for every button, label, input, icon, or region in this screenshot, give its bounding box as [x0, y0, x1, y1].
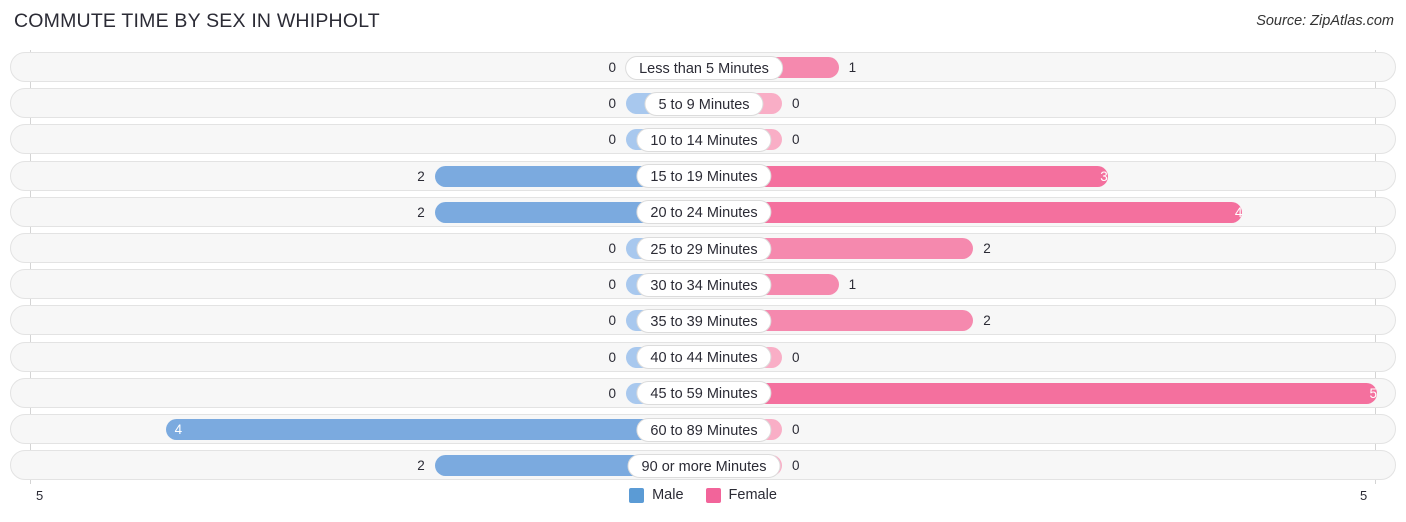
- bar-value-male: 2: [417, 204, 425, 220]
- row-bars: 0 5 45 to 59 Minutes: [11, 379, 1397, 407]
- category-label-pill[interactable]: 30 to 34 Minutes: [636, 272, 772, 297]
- row-bars: 2 0 90 or more Minutes: [11, 451, 1397, 479]
- chart-legend: Male Female: [0, 487, 1406, 503]
- category-label-pill[interactable]: 90 or more Minutes: [627, 453, 781, 478]
- category-label-pill[interactable]: 20 to 24 Minutes: [636, 200, 772, 225]
- bar-value-male: 2: [417, 458, 425, 474]
- row-bars: 0 2 35 to 39 Minutes: [11, 306, 1397, 334]
- bar-value-male: 0: [608, 277, 616, 293]
- row-bars: 4 0 60 to 89 Minutes: [11, 415, 1397, 443]
- bar-value-female: 1: [848, 277, 857, 293]
- legend-item-female[interactable]: Female: [705, 487, 777, 503]
- bar-value-female: 2: [983, 313, 991, 329]
- table-row[interactable]: 0 1 30 to 34 Minutes: [10, 269, 1397, 300]
- bar-value-male: 0: [608, 313, 616, 329]
- bar-value-male: 0: [608, 96, 616, 112]
- page-title: COMMUTE TIME BY SEX IN WHIPHOLT: [14, 10, 380, 32]
- bar-value-female: 5: [1369, 385, 1377, 401]
- bar-value-female: 0: [792, 132, 800, 148]
- source-attribution: Source: ZipAtlas.com: [1256, 13, 1394, 29]
- bar-value-female: 0: [792, 349, 800, 365]
- table-row[interactable]: 4 0 60 to 89 Minutes: [10, 414, 1396, 444]
- row-bars: 0 0 40 to 44 Minutes: [11, 343, 1397, 371]
- table-row[interactable]: 0 0 10 to 14 Minutes: [10, 124, 1397, 155]
- table-row[interactable]: 0 2 35 to 39 Minutes: [10, 305, 1397, 336]
- table-row[interactable]: 2 0 90 or more Minutes: [10, 450, 1397, 481]
- legend-swatch-female-icon: [705, 487, 721, 503]
- bar-value-male: 4: [174, 422, 183, 437]
- category-label-pill[interactable]: 60 to 89 Minutes: [636, 417, 772, 442]
- table-row[interactable]: 2 4 20 to 24 Minutes: [10, 196, 1397, 227]
- bar-value-female: 2: [983, 241, 991, 256]
- plot-area: 0 1 Less than 5 Minutes 0 0 5 to 9 Minutes 0 0 1…: [10, 50, 1396, 484]
- row-bars: 0 0 10 to 14 Minutes: [11, 125, 1397, 153]
- legend-swatch-male-icon: [629, 487, 645, 503]
- table-row[interactable]: 2 3 15 to 19 Minutes: [10, 160, 1397, 191]
- row-bars: 0 1 Less than 5 Minutes: [11, 53, 1397, 81]
- bar-value-female: 0: [792, 96, 800, 112]
- bar-value-male: 0: [608, 349, 616, 365]
- category-label-pill[interactable]: 35 to 39 Minutes: [636, 308, 772, 333]
- row-bars: 0 1 30 to 34 Minutes: [11, 270, 1397, 298]
- table-row[interactable]: 0 0 5 to 9 Minutes: [10, 88, 1397, 119]
- category-label-pill[interactable]: 10 to 14 Minutes: [636, 127, 772, 152]
- table-row[interactable]: 0 0 40 to 44 Minutes: [10, 341, 1397, 372]
- category-label-pill[interactable]: Less than 5 Minutes: [625, 55, 783, 80]
- category-label-pill[interactable]: 25 to 29 Minutes: [636, 236, 772, 261]
- table-row[interactable]: 0 5 45 to 59 Minutes: [10, 377, 1397, 408]
- row-bars: 2 4 20 to 24 Minutes: [11, 198, 1397, 226]
- table-row[interactable]: 0 2 25 to 29 Minutes: [10, 233, 1396, 263]
- legend-label-female: Female: [728, 487, 777, 503]
- bar-value-male: 0: [608, 241, 616, 256]
- category-label-pill[interactable]: 15 to 19 Minutes: [636, 164, 772, 189]
- category-label-pill[interactable]: 5 to 9 Minutes: [644, 91, 764, 116]
- bar-value-male: 0: [608, 60, 616, 75]
- bar-value-male: 0: [608, 132, 616, 148]
- bar-value-male: 0: [608, 385, 616, 401]
- bar-value-female: 0: [792, 458, 800, 474]
- category-label-pill[interactable]: 40 to 44 Minutes: [636, 345, 772, 370]
- table-row[interactable]: 0 1 Less than 5 Minutes: [10, 52, 1396, 82]
- legend-label-male: Male: [652, 487, 684, 503]
- bar-value-female: 0: [792, 422, 800, 437]
- category-label-pill[interactable]: 45 to 59 Minutes: [636, 381, 772, 406]
- row-bars: 2 3 15 to 19 Minutes: [11, 162, 1397, 190]
- row-bars: 0 2 25 to 29 Minutes: [11, 234, 1397, 262]
- legend-item-male[interactable]: Male: [629, 487, 684, 503]
- bar-value-female: 4: [1234, 204, 1243, 220]
- row-bars: 0 0 5 to 9 Minutes: [11, 89, 1397, 117]
- bar-value-male: 2: [417, 168, 425, 184]
- chart-root: COMMUTE TIME BY SEX IN WHIPHOLT Source: …: [0, 0, 1406, 522]
- bar-value-female: 1: [848, 60, 857, 75]
